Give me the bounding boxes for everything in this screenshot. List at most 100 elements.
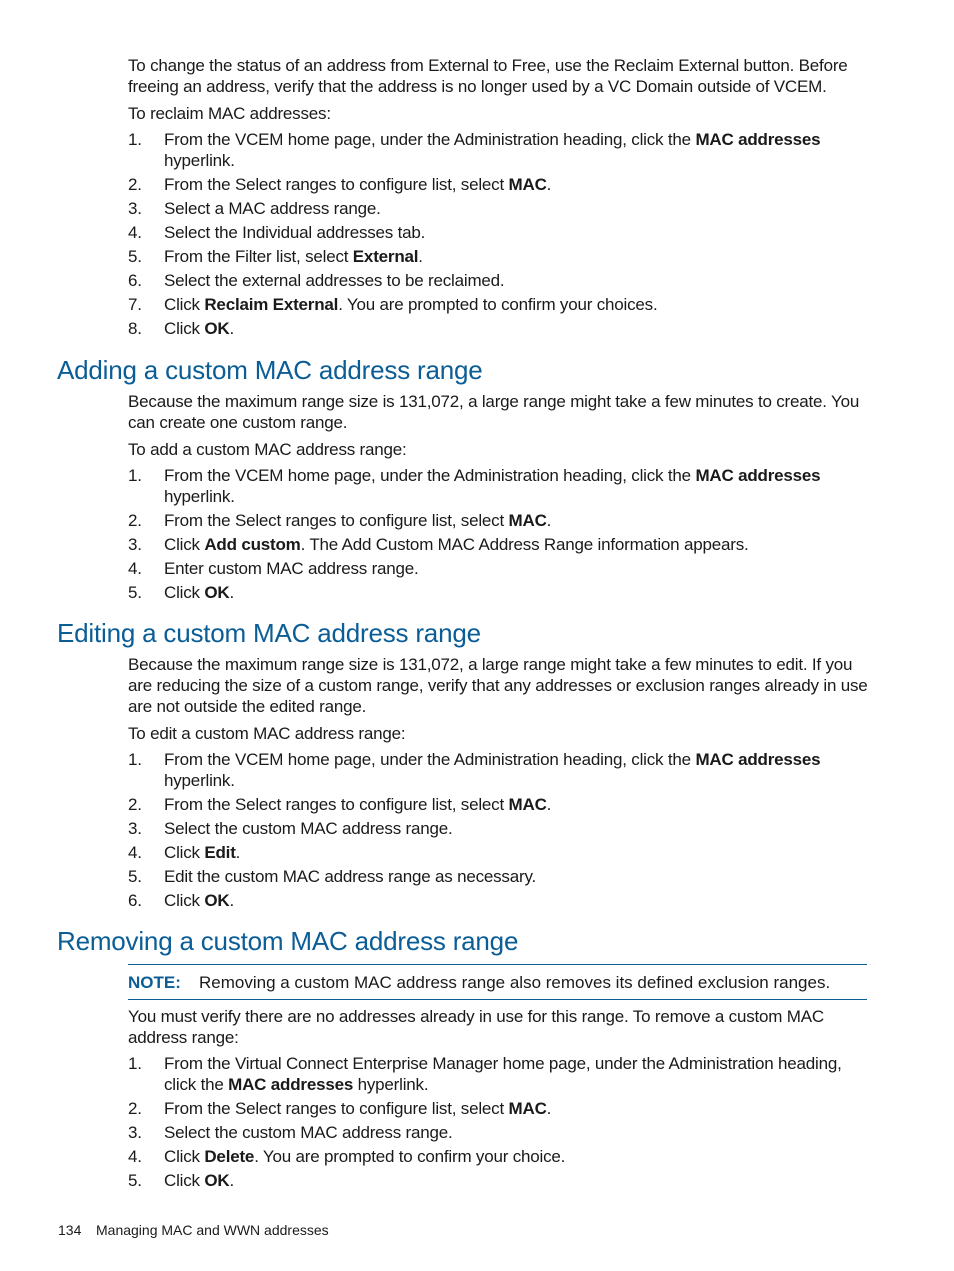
list-item: 1. From the VCEM home page, under the Adm…: [128, 465, 868, 507]
list-item: 3. Select the custom MAC address range.: [128, 1122, 868, 1143]
list-item: 4. Select the Individual addresses tab.: [128, 222, 868, 243]
step-number: 3.: [128, 199, 142, 218]
list-item: 1. From the Virtual Connect Enterprise Ma…: [128, 1053, 868, 1095]
intro-section: To change the status of an address from …: [128, 55, 868, 342]
step-text-tail: hyperlink.: [353, 1075, 429, 1094]
editing-lead: To edit a custom MAC address range:: [128, 724, 406, 743]
step-text: From the Select ranges to configure list…: [164, 1099, 509, 1118]
step-ui-term: Reclaim External: [204, 295, 339, 314]
step-number: 5.: [128, 1171, 142, 1190]
step-number: 7.: [128, 295, 142, 314]
list-item: 8. Click OK.: [128, 318, 868, 339]
step-number: 2.: [128, 175, 142, 194]
note-label: NOTE:: [128, 973, 181, 992]
list-item: 2. From the Select ranges to configure li…: [128, 794, 868, 815]
step-ui-term: MAC addresses: [695, 466, 821, 485]
list-item: 1. From the VCEM home page, under the Adm…: [128, 749, 868, 791]
step-text: Click: [164, 1147, 205, 1166]
document-page: To change the status of an address from …: [0, 0, 954, 1271]
step-text: Click: [164, 295, 205, 314]
step-text-tail: . You are prompted to confirm your choic…: [338, 295, 658, 314]
step-text: Click: [164, 319, 205, 338]
step-number: 5.: [128, 867, 142, 886]
removing-section: You must verify there are no addresses a…: [128, 1006, 868, 1194]
editing-paragraph: Because the maximum range size is 131,07…: [128, 655, 868, 716]
step-text: Select a MAC address range.: [164, 199, 381, 218]
list-item: 4. Click Edit.: [128, 842, 868, 863]
list-item: 2. From the Select ranges to configure li…: [128, 1098, 868, 1119]
step-text: From the VCEM home page, under the Admin…: [164, 466, 696, 485]
step-text: From the VCEM home page, under the Admin…: [164, 750, 696, 769]
heading-removing-custom-range: Removing a custom MAC address range: [57, 926, 519, 956]
step-text: Edit the custom MAC address range as nec…: [164, 867, 537, 886]
step-ui-term: OK: [204, 1171, 230, 1190]
step-text-tail: .: [229, 319, 234, 338]
step-text: Select the Individual addresses tab.: [164, 223, 426, 242]
list-item: 3. Click Add custom. The Add Custom MAC A…: [128, 534, 868, 555]
list-item: 6. Click OK.: [128, 890, 868, 911]
step-ui-term: MAC addresses: [695, 750, 821, 769]
step-number: 2.: [128, 795, 142, 814]
step-ui-term: OK: [204, 319, 230, 338]
step-text-tail: . You are prompted to confirm your choic…: [254, 1147, 566, 1166]
step-text: Select the custom MAC address range.: [164, 819, 453, 838]
step-number: 1.: [128, 130, 142, 149]
adding-lead: To add a custom MAC address range:: [128, 440, 407, 459]
step-text: Click: [164, 1171, 205, 1190]
step-text-tail: . The Add Custom MAC Address Range infor…: [300, 535, 749, 554]
step-text-tail: .: [418, 247, 423, 266]
step-text: From the VCEM home page, under the Admin…: [164, 130, 696, 149]
reclaim-steps-list: 1. From the VCEM home page, under the Adm…: [128, 129, 868, 339]
step-text: From the Select ranges to configure list…: [164, 795, 509, 814]
note-box: NOTE: Removing a custom MAC address range…: [128, 964, 867, 1000]
step-ui-term: Add custom: [204, 535, 301, 554]
step-number: 8.: [128, 319, 142, 338]
page-footer: 134 Managing MAC and WWN addresses: [58, 1222, 329, 1238]
step-number: 4.: [128, 843, 142, 862]
editing-steps-list: 1. From the VCEM home page, under the Adm…: [128, 749, 868, 911]
step-text: Click: [164, 843, 205, 862]
list-item: 2. From the Select ranges to configure li…: [128, 174, 868, 195]
step-text: Click: [164, 583, 205, 602]
removing-steps-list: 1. From the Virtual Connect Enterprise Ma…: [128, 1053, 868, 1191]
step-text: Select the custom MAC address range.: [164, 1123, 453, 1142]
page-number: 134: [58, 1222, 82, 1238]
step-number: 3.: [128, 1123, 142, 1142]
step-text-tail: .: [546, 511, 552, 530]
step-text: From the Select ranges to configure list…: [164, 511, 509, 530]
intro-lead: To reclaim MAC addresses:: [128, 104, 331, 123]
step-number: 2.: [128, 511, 142, 530]
adding-paragraph: Because the maximum range size is 131,07…: [128, 392, 860, 432]
step-number: 6.: [128, 271, 142, 290]
step-text: Click: [164, 891, 205, 910]
removing-paragraph: You must verify there are no addresses a…: [128, 1007, 824, 1047]
step-number: 1.: [128, 750, 142, 769]
step-text: Enter custom MAC address range.: [164, 559, 419, 578]
step-number: 6.: [128, 891, 142, 910]
step-ui-term: MAC addresses: [695, 130, 821, 149]
step-text: From the Select ranges to configure list…: [164, 175, 509, 194]
footer-section-title: Managing MAC and WWN addresses: [96, 1222, 329, 1238]
list-item: 6. Select the external addresses to be re…: [128, 270, 868, 291]
step-ui-term: External: [352, 247, 419, 266]
editing-section: Because the maximum range size is 131,07…: [128, 654, 868, 914]
step-ui-term: MAC: [508, 1099, 547, 1118]
step-text-tail: .: [229, 583, 234, 602]
step-text-tail: hyperlink.: [164, 487, 235, 506]
list-item: 1. From the VCEM home page, under the Adm…: [128, 129, 868, 171]
step-number: 1.: [128, 1054, 142, 1073]
step-number: 4.: [128, 1147, 142, 1166]
list-item: 5. Click OK.: [128, 1170, 868, 1191]
step-ui-term: Delete: [204, 1147, 255, 1166]
step-number: 4.: [128, 223, 142, 242]
heading-adding-custom-range: Adding a custom MAC address range: [57, 355, 483, 385]
step-number: 4.: [128, 559, 142, 578]
list-item: 4. Click Delete. You are prompted to conf…: [128, 1146, 868, 1167]
list-item: 3. Select the custom MAC address range.: [128, 818, 868, 839]
step-text: Select the external addresses to be recl…: [164, 271, 505, 290]
step-text-tail: hyperlink.: [164, 771, 235, 790]
step-ui-term: MAC addresses: [228, 1075, 354, 1094]
intro-paragraph: To change the status of an address from …: [128, 56, 848, 96]
step-text-tail: .: [235, 843, 241, 862]
adding-section: Because the maximum range size is 131,07…: [128, 391, 868, 606]
